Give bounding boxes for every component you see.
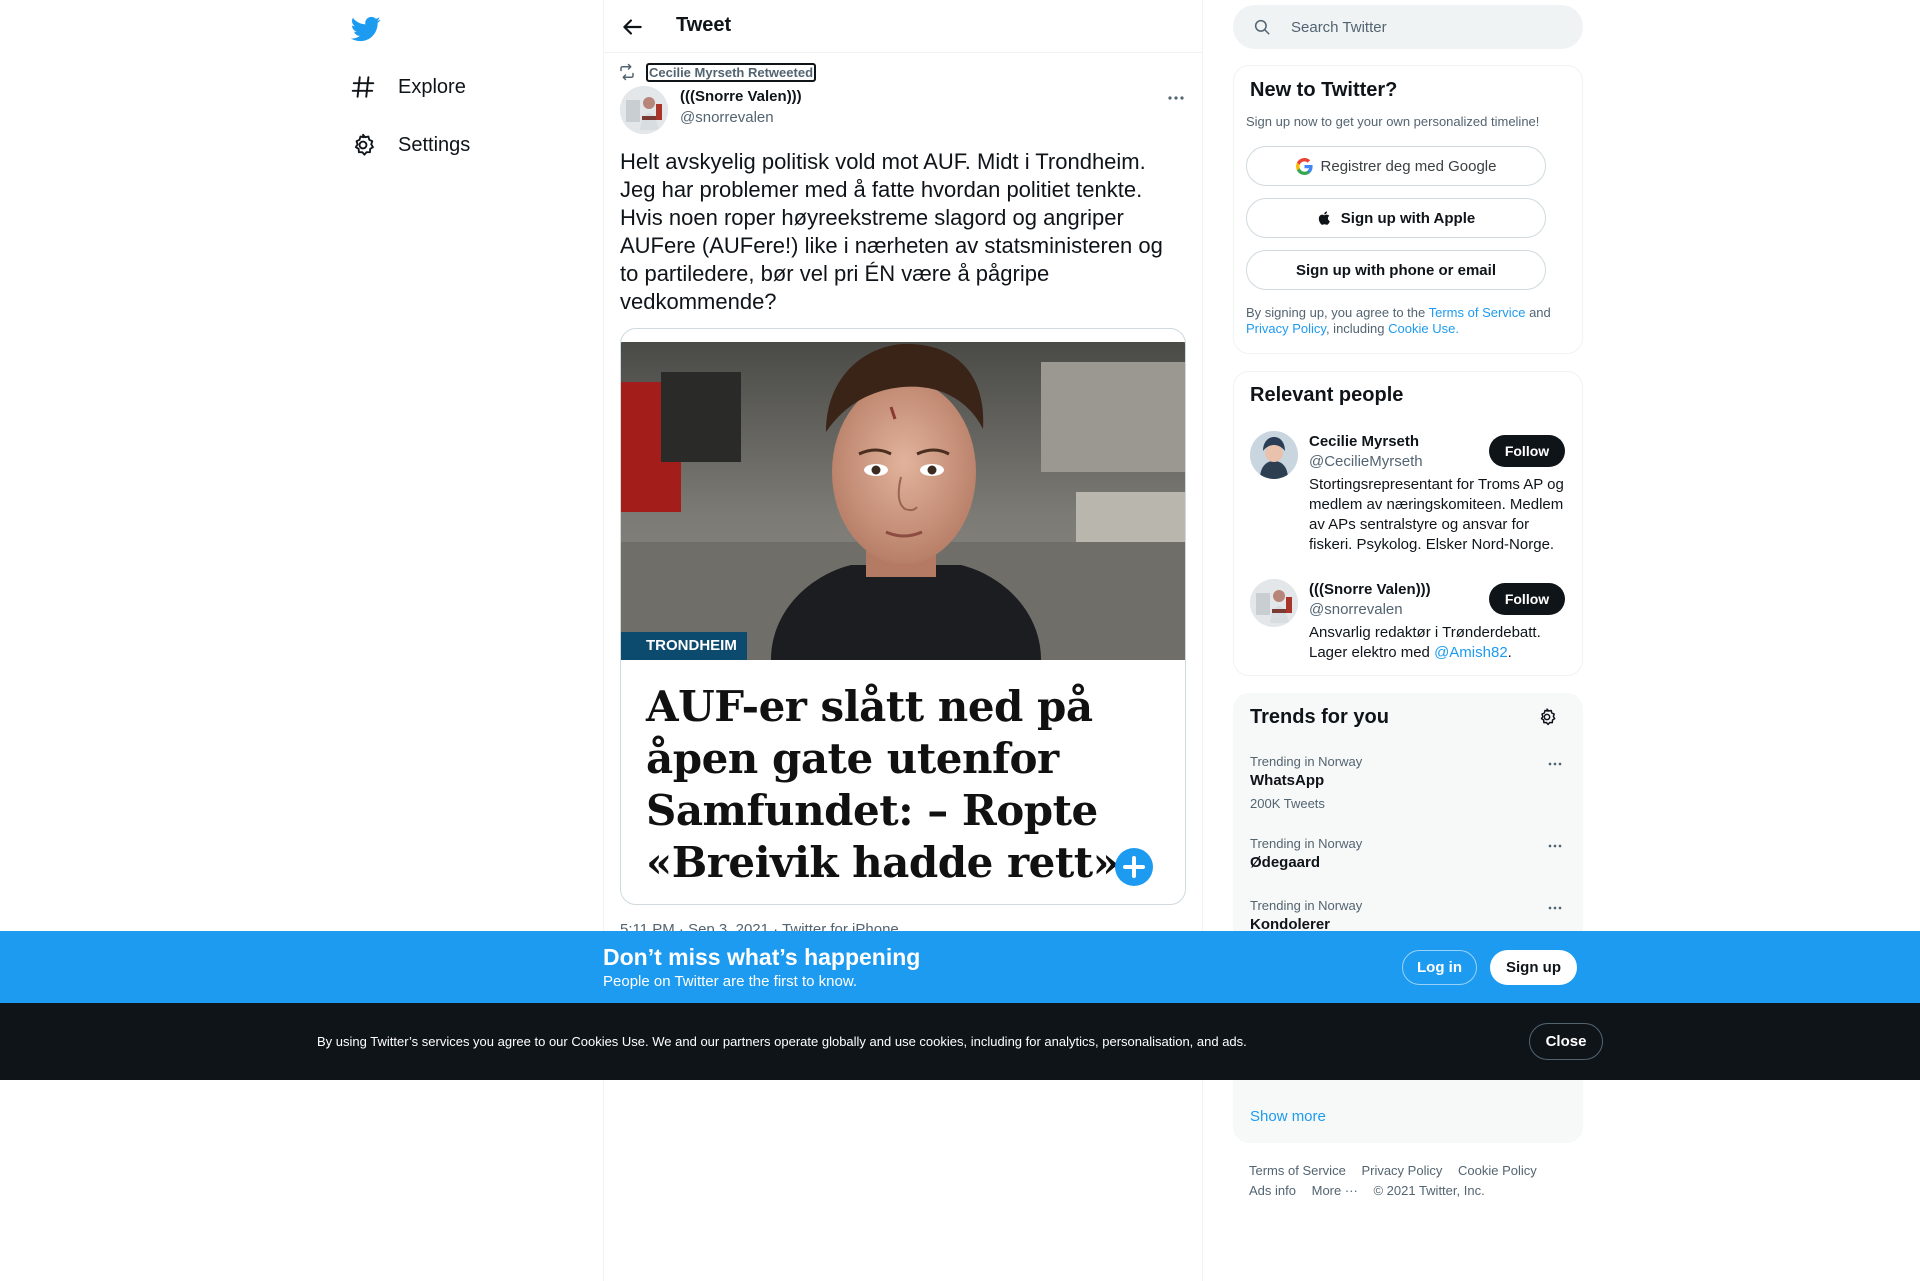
avatar[interactable] [1250,431,1298,479]
apple-signup-button[interactable]: Sign up with Apple [1246,198,1546,238]
person-bio: Stortingsrepresentant for Troms AP og me… [1309,476,1564,553]
trend-meta: Trending in Norway [1250,836,1363,851]
bio-suffix: . [1507,644,1512,661]
hashtag-icon [350,74,376,100]
footer-terms-link[interactable]: Terms of Service [1249,1163,1346,1178]
author-avatar[interactable] [620,86,668,134]
footer-links-row-2: Ads info More ··· © 2021 Twitter, Inc. [1249,1183,1569,1198]
nav-settings[interactable]: Settings [350,128,470,162]
link-card[interactable]: TRONDHEIM AUF-er slått ned på åpen gate … [620,328,1186,905]
gear-icon [350,132,376,158]
card-category-tag: TRONDHEIM [621,632,747,660]
cookie-close-button[interactable]: Close [1529,1023,1603,1060]
person-name[interactable]: (((Snorre Valen))) [1309,581,1431,598]
cookie-use-link[interactable]: Cookie Use. [1388,321,1459,336]
signup-prompt-subtitle: People on Twitter are the first to know. [603,973,858,990]
tweet-text: Helt avskyelig politisk vold mot AUF. Mi… [620,149,1163,314]
phone-email-signup-button[interactable]: Sign up with phone or email [1246,250,1546,290]
page-title: Tweet [676,14,732,36]
signup-prompt-title: Don’t miss what’s happening [603,944,921,970]
twitter-logo-icon[interactable] [351,14,381,44]
trend-more-icon[interactable] [1545,754,1565,774]
plus-icon[interactable] [1115,848,1153,886]
footer-copyright: © 2021 Twitter, Inc. [1373,1183,1485,1198]
legal-and: and [1529,305,1551,320]
privacy-link[interactable]: Privacy Policy [1246,321,1326,336]
author-handle[interactable]: @snorrevalen [680,109,774,126]
footer-privacy-link[interactable]: Privacy Policy [1361,1163,1442,1178]
signup-legal-text: By signing up, you agree to the Terms of… [1246,305,1566,337]
retweeted-by-link[interactable]: Cecilie Myrseth Retweeted [646,63,817,82]
person-bio: Ansvarlig redaktør i Trønderdebatt. Lage… [1309,623,1569,663]
apple-icon [1317,210,1333,226]
trend-meta: Trending in Norway [1250,898,1363,913]
terms-link[interactable]: Terms of Service [1429,305,1526,320]
trend-item[interactable]: Trending in Norway Ødegaard [1250,836,1570,880]
back-arrow-icon[interactable] [619,14,645,40]
nav-explore-label: Explore [398,75,466,98]
retweet-icon [618,63,636,81]
show-more-link[interactable]: Show more [1250,1108,1326,1125]
follow-button[interactable]: Follow [1489,435,1565,467]
bio-mention-link[interactable]: @Amish82 [1434,644,1508,661]
signup-title: New to Twitter? [1250,79,1398,101]
google-icon [1295,157,1313,175]
person-handle[interactable]: @CecilieMyrseth [1309,453,1423,470]
footer-ads-link[interactable]: Ads info [1249,1183,1296,1198]
more-options-icon[interactable] [1164,86,1188,110]
search-icon [1253,18,1271,36]
legal-including: , including [1325,321,1385,336]
search-input[interactable]: Search Twitter [1233,5,1583,49]
trend-name: Ødegaard [1250,854,1321,871]
google-signup-button[interactable]: Registrer deg med Google [1246,146,1546,186]
trend-more-icon[interactable] [1545,898,1565,918]
card-photo [621,342,1185,660]
avatar[interactable] [1250,579,1298,627]
google-signup-label: Registrer deg med Google [1320,157,1497,175]
trend-meta: Trending in Norway [1250,754,1363,769]
author-name[interactable]: (((Snorre Valen))) [680,88,802,105]
footer-links-row-1: Terms of Service Privacy Policy Cookie P… [1249,1163,1569,1178]
person-handle[interactable]: @snorrevalen [1309,601,1403,618]
trends-settings-gear-icon[interactable] [1537,707,1557,727]
apple-signup-label: Sign up with Apple [1340,209,1476,227]
nav-settings-label: Settings [398,133,471,156]
nav-explore[interactable]: Explore [350,70,466,104]
footer-cookie-link[interactable]: Cookie Policy [1458,1163,1537,1178]
trend-name: WhatsApp [1250,772,1325,789]
card-headline[interactable]: AUF-er slått ned på åpen gate utenfor Sa… [646,681,1166,889]
relevant-people-title: Relevant people [1250,384,1404,406]
login-button[interactable]: Log in [1402,950,1477,985]
cookie-consent-text: By using Twitter’s services you agree to… [317,1034,1247,1049]
trend-more-icon[interactable] [1545,836,1565,856]
trend-item[interactable]: Trending in Norway WhatsApp 200K Tweets [1250,754,1570,816]
footer-more-link[interactable]: More ··· [1312,1183,1358,1198]
person-name[interactable]: Cecilie Myrseth [1309,433,1419,450]
search-placeholder: Search Twitter [1291,18,1387,36]
legal-prefix: By signing up, you agree to the [1246,305,1426,320]
signup-prompt-bar [0,931,1920,1003]
trends-title: Trends for you [1250,706,1389,728]
follow-button[interactable]: Follow [1489,583,1565,615]
phone-signup-label: Sign up with phone or email [1295,261,1496,279]
signup-subtitle: Sign up now to get your own personalized… [1246,114,1540,129]
trend-count: 200K Tweets [1250,796,1325,811]
signup-button[interactable]: Sign up [1490,950,1577,985]
